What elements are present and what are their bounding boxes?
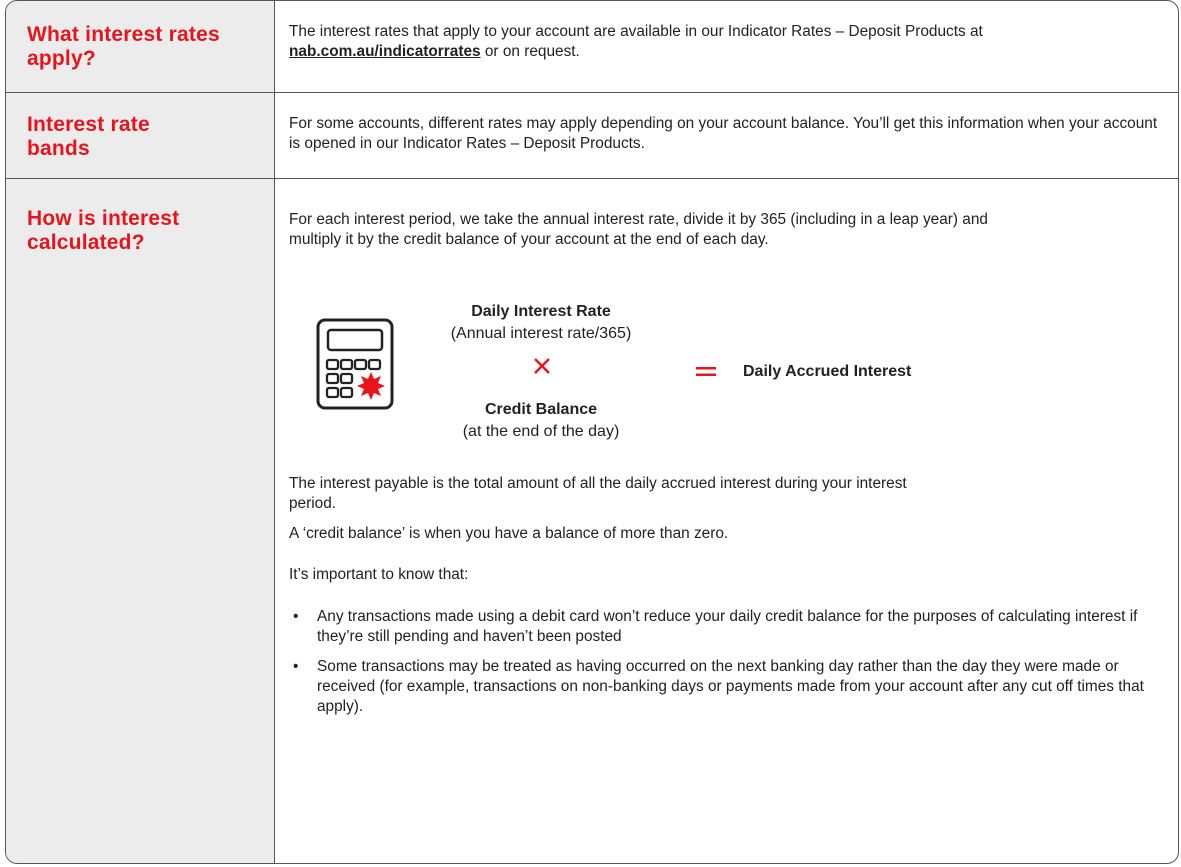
daily-interest-rate-label: Daily Interest Rate [471,303,611,320]
bullet-text: Any transactions made using a debit card… [317,608,1138,645]
interest-info-table: What interest rates apply? The interest … [5,0,1179,864]
bullet-text: Some transactions may be treated as havi… [317,658,1144,715]
important-intro: It’s important to know that: [289,566,469,583]
bullet-dot: • [293,608,299,625]
important-bullets: • Any transactions made using a debit car… [289,607,1169,727]
calculator-icon [316,318,394,410]
list-item: • Some transactions may be treated as hav… [289,657,1169,717]
row-divider [6,178,1178,179]
row-divider [6,92,1178,93]
bullet-dot: • [293,658,299,675]
indicator-rates-link[interactable]: nab.com.au/indicatorrates [289,43,481,60]
daily-accrued-interest-label: Daily Accrued Interest [743,363,912,380]
calculation-intro: For each interest period, we take the an… [289,211,988,248]
heading-how-calculated: How is interest calculated? [27,207,180,254]
credit-balance-label: Credit Balance [484,401,598,418]
equals-icon [696,367,716,376]
heading-what-rates-apply: What interest rates apply? [27,23,220,70]
credit-balance-sub: (at the end of the day) [462,423,620,440]
rates-apply-text-start: The interest rates that apply to your ac… [289,23,983,40]
interest-payable-text: The interest payable is the total amount… [289,475,907,512]
rate-bands-text: For some accounts, different rates may a… [289,115,1158,152]
list-item: • Any transactions made using a debit car… [289,607,1169,647]
heading-interest-rate-bands: Interest rate bands [27,113,150,160]
rates-apply-text: The interest rates that apply to your ac… [289,22,1109,62]
multiply-icon [534,358,550,374]
daily-interest-rate-sub: (Annual interest rate/365) [450,325,632,342]
rates-apply-text-end: or on request. [480,43,580,60]
credit-balance-definition: A ‘credit balance’ is when you have a ba… [289,525,729,542]
